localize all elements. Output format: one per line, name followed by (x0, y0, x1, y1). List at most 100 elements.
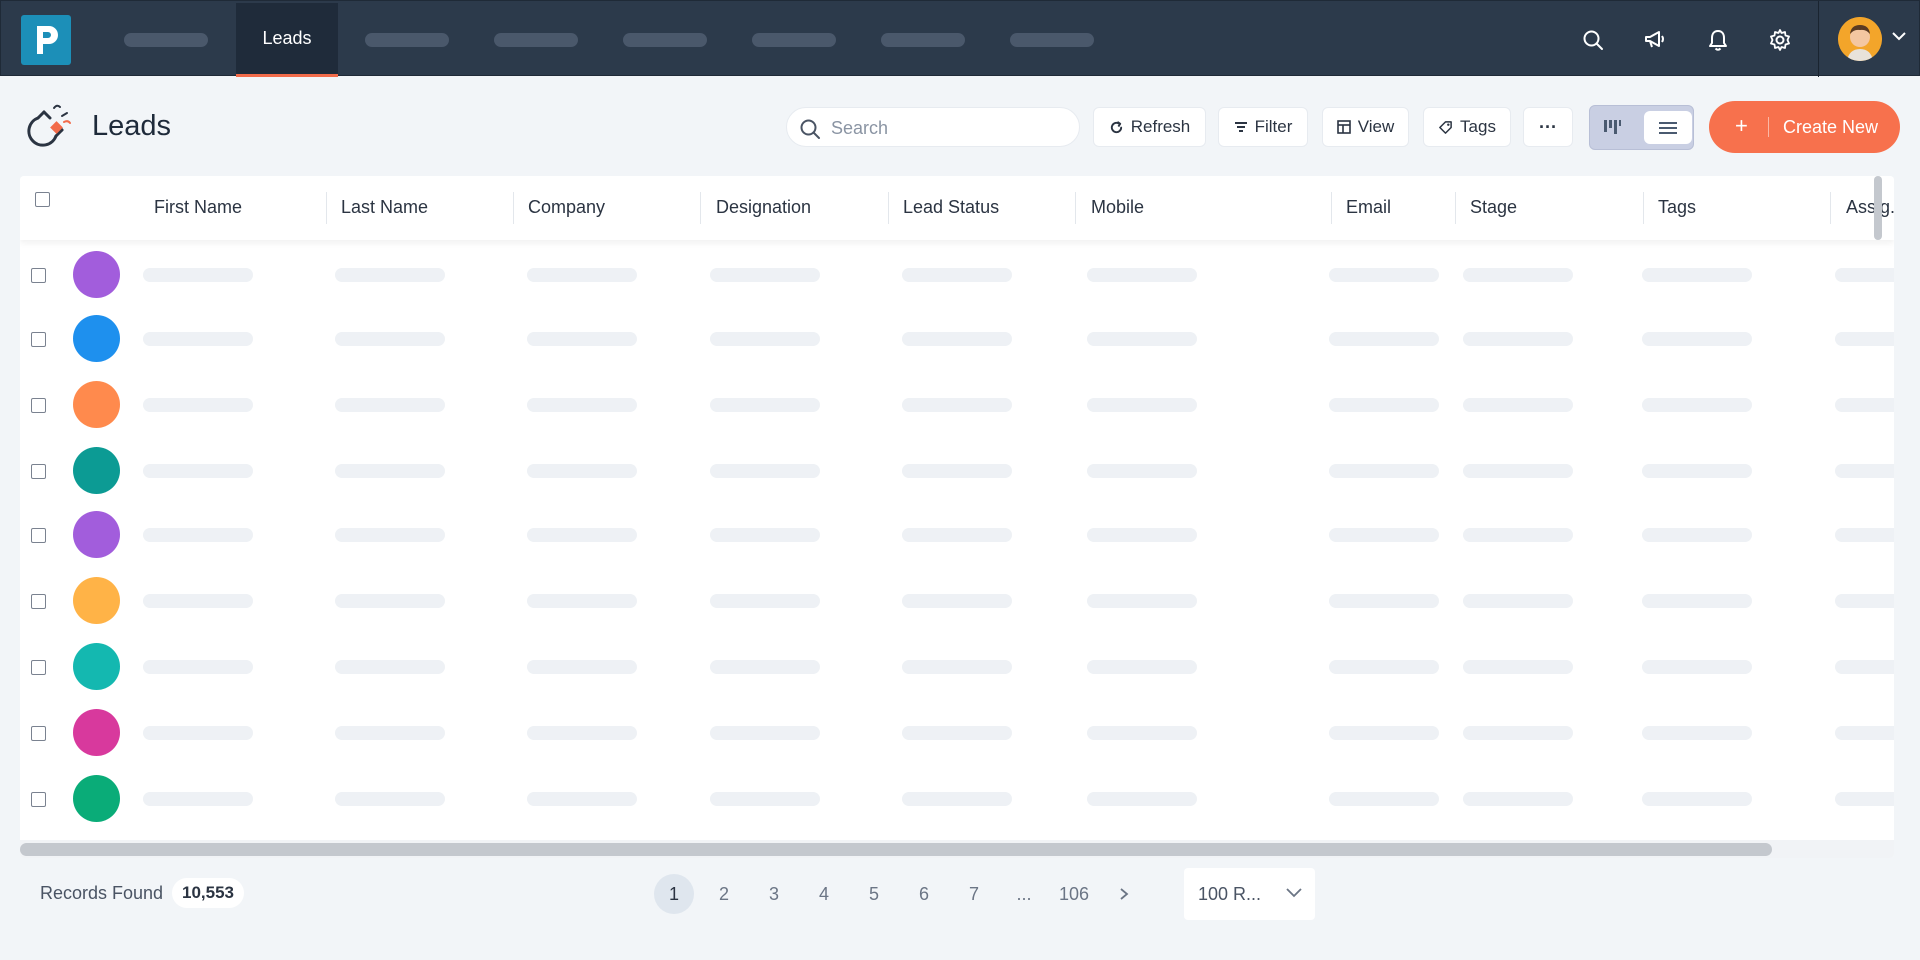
loading-skeleton (710, 332, 820, 346)
horizontal-scrollbar-thumb[interactable] (20, 843, 1772, 856)
column-resize-handle[interactable] (1455, 192, 1456, 224)
column-header-assigned[interactable]: Assig... (1846, 197, 1894, 218)
loading-skeleton (143, 398, 253, 412)
row-checkbox[interactable] (31, 464, 46, 479)
nav-tab-leads[interactable]: Leads (236, 3, 338, 77)
select-all-checkbox[interactable] (35, 192, 50, 207)
loading-skeleton (143, 726, 253, 740)
refresh-icon (1110, 120, 1122, 133)
loading-skeleton (527, 464, 637, 478)
loading-skeleton (1835, 332, 1894, 346)
loading-skeleton (1463, 660, 1573, 674)
row-checkbox[interactable] (31, 398, 46, 413)
rows-per-page-select[interactable]: 100 R... (1184, 868, 1315, 920)
table-row[interactable] (20, 306, 1894, 372)
nav-item-placeholder[interactable] (124, 33, 208, 47)
view-button[interactable]: View (1322, 107, 1409, 147)
column-resize-handle[interactable] (1643, 192, 1644, 224)
loading-skeleton (1835, 792, 1894, 806)
refresh-button[interactable]: Refresh (1093, 107, 1206, 147)
page-4-button[interactable]: 4 (804, 874, 844, 914)
page-title: Leads (92, 110, 172, 142)
search-icon[interactable] (1578, 25, 1608, 55)
megaphone-icon[interactable] (1640, 25, 1670, 55)
loading-skeleton (1642, 528, 1752, 542)
bell-icon[interactable] (1703, 25, 1733, 55)
list-view-button[interactable] (1644, 111, 1692, 144)
refresh-label: Refresh (1130, 117, 1191, 136)
gear-icon[interactable] (1765, 25, 1795, 55)
nav-item-placeholder[interactable] (365, 33, 449, 47)
app-logo[interactable] (21, 15, 71, 65)
kanban-view-icon[interactable] (1602, 117, 1622, 137)
filter-button[interactable]: Filter (1218, 107, 1308, 147)
nav-item-placeholder[interactable] (623, 33, 707, 47)
column-header-last-name[interactable]: Last Name (341, 197, 428, 218)
loading-skeleton (1463, 726, 1573, 740)
row-checkbox[interactable] (31, 726, 46, 741)
row-checkbox[interactable] (31, 268, 46, 283)
column-header-designation[interactable]: Designation (716, 197, 811, 218)
table-row[interactable] (20, 502, 1894, 568)
nav-item-placeholder[interactable] (494, 33, 578, 47)
chevron-down-icon[interactable] (1891, 31, 1907, 41)
column-header-lead-status[interactable]: Lead Status (903, 197, 999, 218)
column-header-company[interactable]: Company (528, 197, 605, 218)
row-checkbox[interactable] (31, 528, 46, 543)
page-2-button[interactable]: 2 (704, 874, 744, 914)
page-5-button[interactable]: 5 (854, 874, 894, 914)
table-row[interactable] (20, 568, 1894, 634)
loading-skeleton (527, 792, 637, 806)
nav-item-placeholder[interactable] (752, 33, 836, 47)
column-resize-handle[interactable] (888, 192, 889, 224)
page-1-button[interactable]: 1 (654, 874, 694, 914)
loading-skeleton (335, 594, 445, 608)
user-avatar[interactable] (1838, 17, 1882, 61)
loading-skeleton (335, 792, 445, 806)
table-row[interactable] (20, 700, 1894, 766)
nav-tab-leads-label: Leads (262, 28, 312, 48)
loading-skeleton (143, 332, 253, 346)
search-input[interactable] (831, 116, 1061, 140)
loading-skeleton (902, 464, 1012, 478)
page-3-button[interactable]: 3 (754, 874, 794, 914)
page-7-button[interactable]: 7 (954, 874, 994, 914)
column-header-mobile[interactable]: Mobile (1091, 197, 1144, 218)
loading-skeleton (335, 464, 445, 478)
table-row[interactable] (20, 438, 1894, 504)
loading-skeleton (1087, 464, 1197, 478)
column-header-stage[interactable]: Stage (1470, 197, 1517, 218)
table-row[interactable] (20, 766, 1894, 832)
table-row[interactable] (20, 372, 1894, 438)
more-options-button[interactable]: ··· (1523, 107, 1573, 147)
column-resize-handle[interactable] (700, 192, 701, 224)
nav-item-placeholder[interactable] (881, 33, 965, 47)
row-checkbox[interactable] (31, 332, 46, 347)
table-row[interactable] (20, 634, 1894, 700)
column-resize-handle[interactable] (513, 192, 514, 224)
page-6-button[interactable]: 6 (904, 874, 944, 914)
column-resize-handle[interactable] (326, 192, 327, 224)
plus-icon: + (1735, 113, 1748, 138)
row-checkbox[interactable] (31, 594, 46, 609)
column-header-email[interactable]: Email (1346, 197, 1391, 218)
row-checkbox[interactable] (31, 792, 46, 807)
vertical-scrollbar-thumb[interactable] (1874, 176, 1882, 240)
nav-item-placeholder[interactable] (1010, 33, 1094, 47)
create-new-button[interactable]: + Create New (1709, 101, 1900, 153)
column-resize-handle[interactable] (1830, 192, 1831, 224)
search-field[interactable] (786, 107, 1080, 147)
table-row[interactable] (20, 242, 1894, 308)
loading-skeleton (710, 528, 820, 542)
page-last-button[interactable]: 106 (1054, 874, 1094, 914)
next-page-button[interactable] (1104, 874, 1144, 914)
column-header-tags[interactable]: Tags (1658, 197, 1696, 218)
tags-button[interactable]: Tags (1423, 107, 1511, 147)
row-checkbox[interactable] (31, 660, 46, 675)
column-resize-handle[interactable] (1075, 192, 1076, 224)
loading-skeleton (1463, 268, 1573, 282)
column-resize-handle[interactable] (1331, 192, 1332, 224)
column-header-first-name[interactable]: First Name (154, 197, 242, 218)
loading-skeleton (335, 268, 445, 282)
loading-skeleton (902, 332, 1012, 346)
